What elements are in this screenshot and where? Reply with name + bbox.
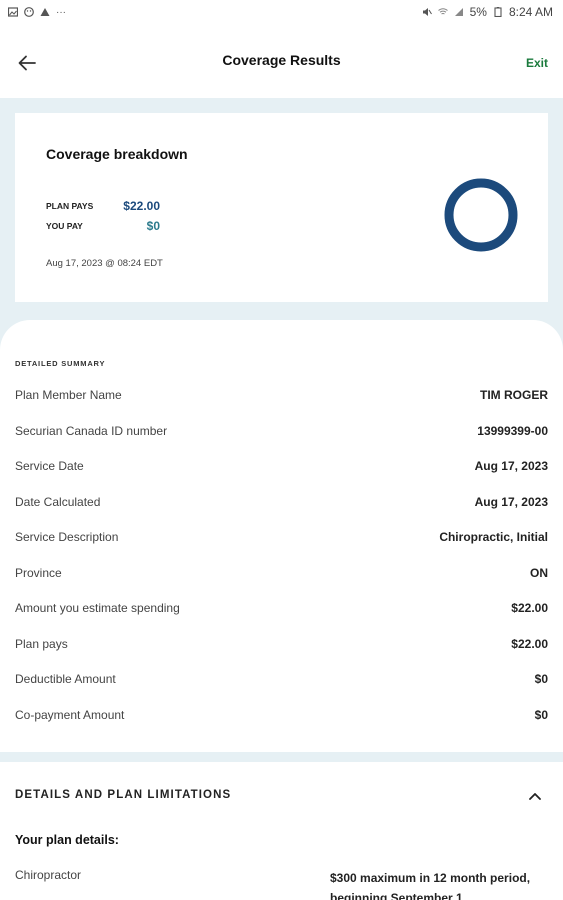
summary-row: Date Calculated Aug 17, 2023 bbox=[15, 493, 548, 511]
status-time: 8:24 AM bbox=[508, 5, 553, 19]
summary-row: Service Description Chiropractic, Initial bbox=[15, 528, 548, 546]
status-right-icons: 5% 8:24 AM bbox=[422, 5, 553, 19]
you-pay-row: YOU PAY $0 bbox=[46, 219, 160, 233]
more-notifications-icon: ··· bbox=[56, 6, 66, 18]
summary-row: Plan Member Name TIM ROGER bbox=[15, 386, 548, 404]
summary-row-label: Service Description bbox=[15, 530, 119, 544]
summary-row: Province ON bbox=[15, 564, 548, 582]
details-panel: DETAILS AND PLAN LIMITATIONS Your plan d… bbox=[0, 762, 563, 900]
battery-icon bbox=[494, 7, 502, 17]
detailed-summary-caption: DETAILED SUMMARY bbox=[15, 359, 106, 368]
you-pay-label: YOU PAY bbox=[46, 221, 83, 231]
wifi-icon bbox=[437, 8, 448, 15]
summary-row-label: Co-payment Amount bbox=[15, 707, 125, 722]
summary-row: Deductible Amount $0 bbox=[15, 670, 548, 688]
plan-details-title: Your plan details: bbox=[15, 833, 119, 847]
coverage-breakdown-title: Coverage breakdown bbox=[46, 146, 188, 162]
summary-row-value: ON bbox=[530, 565, 548, 580]
plan-pays-value: $22.00 bbox=[123, 199, 160, 213]
summary-row: Amount you estimate spending $22.00 bbox=[15, 599, 548, 617]
details-and-limitations-header[interactable]: DETAILS AND PLAN LIMITATIONS bbox=[15, 789, 231, 801]
summary-row-value: $22.00 bbox=[511, 636, 548, 651]
battery-percent: 5% bbox=[469, 5, 487, 19]
summary-row-label: Deductible Amount bbox=[15, 672, 116, 686]
summary-row: Securian Canada ID number 13999399-00 bbox=[15, 422, 548, 440]
calculation-timestamp: Aug 17, 2023 @ 08:24 EDT bbox=[46, 258, 163, 269]
summary-row-label: Province bbox=[15, 565, 62, 580]
mute-icon bbox=[422, 8, 432, 16]
summary-row-value: Aug 17, 2023 bbox=[474, 494, 548, 509]
summary-row-value: $0 bbox=[534, 707, 548, 722]
smiley-icon bbox=[24, 7, 34, 17]
summary-row-value: $22.00 bbox=[511, 601, 548, 615]
summary-row-label: Plan pays bbox=[15, 636, 68, 651]
status-bar: ··· 5% 8:24 AM bbox=[0, 0, 563, 24]
summary-row-value: 13999399-00 bbox=[477, 423, 548, 438]
chevron-up-icon bbox=[529, 793, 541, 800]
summary-row-value: Chiropractic, Initial bbox=[439, 530, 548, 544]
summary-row-label: Service Date bbox=[15, 459, 84, 473]
donut-plan-pays-arc bbox=[444, 178, 518, 252]
status-left-icons: ··· bbox=[8, 7, 66, 18]
plan-item-value: $300 maximum in 12 month period, beginni… bbox=[330, 871, 531, 900]
summary-row-value: Aug 17, 2023 bbox=[474, 459, 548, 473]
summary-row-value: $0 bbox=[534, 672, 548, 686]
page-title: Coverage Results bbox=[222, 52, 341, 68]
detailed-summary-panel: DETAILED SUMMARY Plan Member Name TIM ROG… bbox=[0, 320, 563, 752]
collapse-button[interactable] bbox=[524, 787, 546, 805]
summary-row-value: TIM ROGER bbox=[480, 388, 548, 402]
warning-icon bbox=[40, 8, 50, 16]
summary-row: Service Date Aug 17, 2023 bbox=[15, 457, 548, 475]
plan-pays-label: PLAN PAYS bbox=[46, 201, 94, 211]
summary-row-label: Date Calculated bbox=[15, 494, 101, 509]
exit-button[interactable]: Exit bbox=[526, 56, 548, 70]
coverage-breakdown-card: Coverage breakdown PLAN PAYS $22.00 YOU … bbox=[15, 113, 548, 302]
summary-row: Co-payment Amount $0 bbox=[15, 706, 548, 724]
summary-row-label: Securian Canada ID number bbox=[15, 423, 168, 438]
signal-icon bbox=[454, 8, 463, 16]
coverage-donut-chart bbox=[444, 178, 518, 252]
summary-row: Plan pays $22.00 bbox=[15, 635, 548, 653]
plan-pays-row: PLAN PAYS $22.00 bbox=[46, 199, 160, 213]
summary-row-label: Amount you estimate spending bbox=[15, 601, 180, 615]
image-icon bbox=[8, 7, 18, 17]
summary-row-label: Plan Member Name bbox=[15, 388, 122, 402]
plan-item-label: Chiropractor bbox=[15, 868, 82, 882]
app-header: Coverage Results Exit bbox=[0, 24, 563, 98]
you-pay-value: $0 bbox=[146, 219, 160, 233]
